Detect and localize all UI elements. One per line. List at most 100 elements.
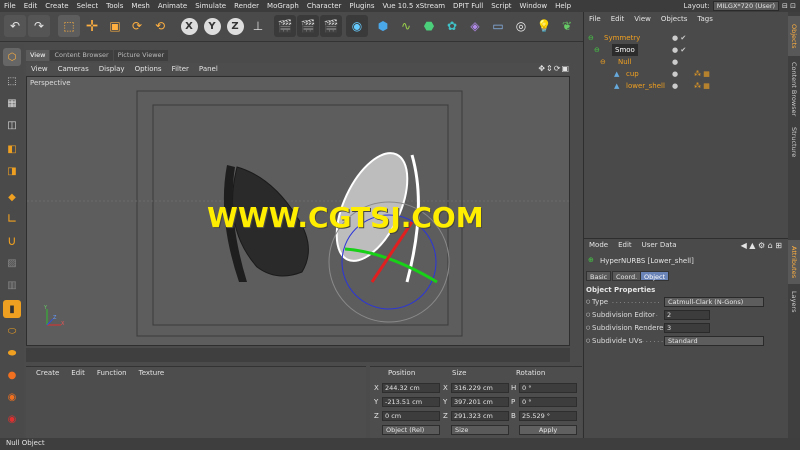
obj-menu-edit[interactable]: Edit bbox=[606, 15, 630, 23]
rot-b-field[interactable]: 25.529 ° bbox=[519, 411, 577, 421]
pos-x-field[interactable]: 244.32 cm bbox=[382, 383, 440, 393]
mat-menu-texture[interactable]: Texture bbox=[133, 369, 171, 377]
mat-menu-create[interactable]: Create bbox=[30, 369, 65, 377]
subdiv-editor-field[interactable]: 2 bbox=[664, 310, 710, 320]
visibility-dots-icon[interactable]: ● ✔ bbox=[672, 44, 686, 56]
timeline-bar[interactable] bbox=[26, 348, 570, 362]
rot-p-field[interactable]: 0 ° bbox=[519, 397, 577, 407]
light-icon[interactable]: 💡 bbox=[533, 15, 555, 37]
menu-edit[interactable]: Edit bbox=[20, 2, 42, 10]
tab-object[interactable]: Object bbox=[640, 271, 670, 281]
array-icon[interactable]: ✿ bbox=[441, 15, 463, 37]
recent-icon[interactable]: ⟲ bbox=[149, 15, 171, 37]
object-row[interactable]: ▲ lower_shell ● ⁂ ▦ bbox=[584, 80, 789, 92]
coord-system-icon[interactable]: ⊥ bbox=[247, 15, 269, 37]
attr-menu-edit[interactable]: Edit bbox=[613, 241, 637, 249]
spline-icon[interactable]: ∿ bbox=[395, 15, 417, 37]
vp-menu-cameras[interactable]: Cameras bbox=[53, 65, 94, 73]
floor-icon[interactable]: ▭ bbox=[487, 15, 509, 37]
rotate-icon[interactable]: ⟳ bbox=[126, 15, 148, 37]
size-x-field[interactable]: 316.229 cm bbox=[451, 383, 509, 393]
obj-menu-tags[interactable]: Tags bbox=[692, 15, 718, 23]
viewport-nav-icons[interactable]: ✥⇕⟳▣ bbox=[538, 64, 570, 73]
brush-icon[interactable]: ● bbox=[3, 366, 21, 384]
pos-z-field[interactable]: 0 cm bbox=[382, 411, 440, 421]
model-mode-icon[interactable]: ⬚ bbox=[3, 72, 21, 90]
menu-animate[interactable]: Animate bbox=[154, 2, 191, 10]
axis-mode-icon[interactable]: ∟ bbox=[3, 210, 21, 228]
menu-character[interactable]: Character bbox=[303, 2, 346, 10]
render-settings-icon[interactable]: 🎬 bbox=[320, 15, 342, 37]
cube-icon[interactable]: ⬢ bbox=[372, 15, 394, 37]
edges-mode-icon[interactable]: ◨ bbox=[3, 162, 21, 180]
move-icon[interactable]: ✛ bbox=[81, 15, 103, 37]
tab-coord[interactable]: Coord. bbox=[612, 271, 642, 281]
side-tab-attributes[interactable]: Attributes bbox=[788, 240, 800, 284]
vue-icon[interactable]: ❦ bbox=[556, 15, 578, 37]
menu-dpit[interactable]: DPIT Full bbox=[449, 2, 487, 10]
visibility-dots-icon[interactable]: ● bbox=[672, 80, 678, 92]
object-row[interactable]: ⊖ Symmetry ● ✔ bbox=[584, 32, 789, 44]
render-picture-icon[interactable]: 🎬 bbox=[297, 15, 319, 37]
paint-icon[interactable]: ⬭ bbox=[3, 322, 21, 340]
object-row[interactable]: ⊖ Smoo ● ✔ bbox=[584, 44, 789, 56]
menu-file[interactable]: File bbox=[0, 2, 20, 10]
y-axis-icon[interactable]: Y bbox=[201, 15, 223, 37]
object-name-editing[interactable]: Smoo bbox=[612, 44, 638, 56]
side-tab-content-browser[interactable]: Content Browser bbox=[788, 58, 800, 120]
vue-small-icon[interactable]: ◉ bbox=[346, 15, 368, 37]
vp-menu-display[interactable]: Display bbox=[94, 65, 130, 73]
layout-dropdown[interactable]: MILGX*720 (User) bbox=[712, 1, 780, 11]
apply-button[interactable]: Apply bbox=[519, 425, 577, 435]
redo-icon[interactable]: ↷ bbox=[28, 15, 50, 37]
radio-dot-icon[interactable]: ○ bbox=[586, 325, 590, 331]
workplane-icon[interactable]: ◫ bbox=[3, 116, 21, 134]
visibility-dots-icon[interactable]: ● bbox=[672, 68, 678, 80]
sculpt-icon[interactable]: ⬬ bbox=[3, 344, 21, 362]
menu-mograph[interactable]: MoGraph bbox=[263, 2, 303, 10]
menu-script[interactable]: Script bbox=[487, 2, 515, 10]
menu-plugins[interactable]: Plugins bbox=[345, 2, 378, 10]
tags-icon[interactable]: ⁂ ▦ bbox=[694, 68, 710, 80]
menu-mesh[interactable]: Mesh bbox=[127, 2, 153, 10]
radio-dot-icon[interactable]: ○ bbox=[586, 299, 590, 305]
vp-menu-panel[interactable]: Panel bbox=[194, 65, 223, 73]
pos-y-field[interactable]: -213.51 cm bbox=[382, 397, 440, 407]
tab-content-browser[interactable]: Content Browser bbox=[50, 50, 113, 61]
menu-render[interactable]: Render bbox=[230, 2, 263, 10]
menu-select[interactable]: Select bbox=[73, 2, 103, 10]
attr-menu-user-data[interactable]: User Data bbox=[637, 241, 682, 249]
tweak-mode-icon[interactable]: ▨ bbox=[3, 254, 21, 272]
subdivide-uvs-dropdown[interactable]: Standard bbox=[664, 336, 764, 346]
coord-size-dropdown[interactable]: Size bbox=[451, 425, 509, 435]
solo-icon[interactable]: ▮ bbox=[3, 300, 21, 318]
window-controls-icon[interactable]: ⊟ ⊡ bbox=[782, 2, 796, 10]
mat-menu-function[interactable]: Function bbox=[91, 369, 133, 377]
menu-vue[interactable]: Vue 10.5 xStream bbox=[378, 2, 449, 10]
rig-icon[interactable]: ◉ bbox=[3, 388, 21, 406]
size-z-field[interactable]: 291.323 cm bbox=[451, 411, 509, 421]
side-tab-structure[interactable]: Structure bbox=[788, 122, 800, 162]
menu-window[interactable]: Window bbox=[516, 2, 552, 10]
deformer-icon[interactable]: ◈ bbox=[464, 15, 486, 37]
menu-create[interactable]: Create bbox=[41, 2, 72, 10]
object-row[interactable]: ⊖ Null ● bbox=[584, 56, 789, 68]
snap-icon[interactable]: ▥ bbox=[3, 276, 21, 294]
obj-menu-file[interactable]: File bbox=[584, 15, 606, 23]
points-mode-icon[interactable]: ◧ bbox=[3, 140, 21, 158]
make-editable-icon[interactable]: ⬡ bbox=[3, 48, 21, 66]
z-axis-icon[interactable]: Z bbox=[224, 15, 246, 37]
obj-menu-view[interactable]: View bbox=[629, 15, 656, 23]
obj-menu-objects[interactable]: Objects bbox=[656, 15, 692, 23]
visibility-dots-icon[interactable]: ● ✔ bbox=[672, 32, 686, 44]
attr-menu-mode[interactable]: Mode bbox=[584, 241, 613, 249]
vp-menu-view[interactable]: View bbox=[26, 65, 53, 73]
camera-icon[interactable]: ◎ bbox=[510, 15, 532, 37]
magnet-icon[interactable]: ∪ bbox=[3, 232, 21, 250]
record-icon[interactable]: ◉ bbox=[3, 410, 21, 428]
tab-basic[interactable]: Basic bbox=[586, 271, 612, 281]
vp-menu-options[interactable]: Options bbox=[130, 65, 167, 73]
side-tab-layers[interactable]: Layers bbox=[788, 288, 800, 316]
nurbs-icon[interactable]: ⬣ bbox=[418, 15, 440, 37]
object-row[interactable]: ▲ cup ● ⁂ ▦ bbox=[584, 68, 789, 80]
